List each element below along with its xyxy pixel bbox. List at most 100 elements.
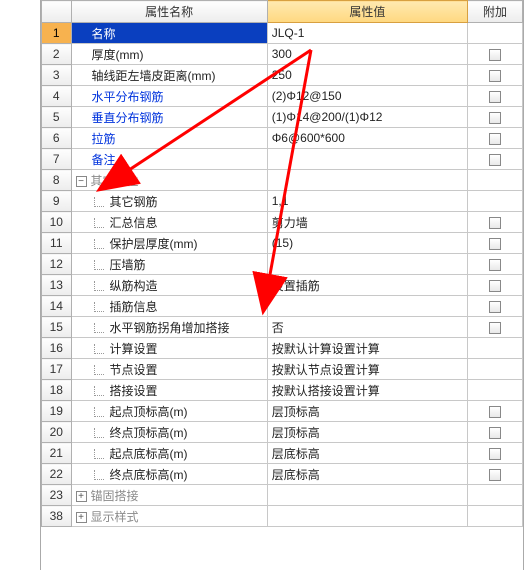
property-value-cell[interactable]: 剪力墙 bbox=[267, 212, 467, 233]
row-number[interactable]: 16 bbox=[42, 338, 72, 359]
property-name-cell[interactable]: 压墙筋 bbox=[71, 254, 267, 275]
row-number[interactable]: 6 bbox=[42, 128, 72, 149]
header-num[interactable] bbox=[42, 1, 72, 23]
property-name-cell[interactable]: 终点底标高(m) bbox=[71, 464, 267, 485]
table-row[interactable]: 16计算设置按默认计算设置计算 bbox=[42, 338, 523, 359]
table-row[interactable]: 9其它钢筋1,1 bbox=[42, 191, 523, 212]
property-value-cell[interactable]: 按默认计算设置计算 bbox=[267, 338, 467, 359]
property-name-cell[interactable]: 保护层厚度(mm) bbox=[71, 233, 267, 254]
row-number[interactable]: 15 bbox=[42, 317, 72, 338]
property-name-cell[interactable]: 拉筋 bbox=[71, 128, 267, 149]
property-value-cell[interactable]: (2)Φ12@150 bbox=[267, 86, 467, 107]
property-name-cell[interactable]: 厚度(mm) bbox=[71, 44, 267, 65]
table-row[interactable]: 14插筋信息 bbox=[42, 296, 523, 317]
property-value-cell[interactable]: 层底标高 bbox=[267, 464, 467, 485]
property-name-cell[interactable]: 节点设置 bbox=[71, 359, 267, 380]
row-number[interactable]: 23 bbox=[42, 485, 72, 506]
property-name-cell[interactable]: 水平分布钢筋 bbox=[71, 86, 267, 107]
row-number[interactable]: 2 bbox=[42, 44, 72, 65]
row-number[interactable]: 12 bbox=[42, 254, 72, 275]
table-row[interactable]: 6拉筋Φ6@600*600 bbox=[42, 128, 523, 149]
property-value-cell[interactable]: JLQ-1 bbox=[267, 23, 467, 44]
table-row[interactable]: 22终点底标高(m)层底标高 bbox=[42, 464, 523, 485]
property-value-cell[interactable]: 层顶标高 bbox=[267, 422, 467, 443]
checkbox[interactable] bbox=[489, 91, 501, 103]
property-value-cell[interactable] bbox=[267, 506, 467, 527]
property-name-cell[interactable]: +显示样式 bbox=[71, 506, 267, 527]
row-number[interactable]: 38 bbox=[42, 506, 72, 527]
expand-icon[interactable]: + bbox=[76, 491, 87, 502]
table-row[interactable]: 38+显示样式 bbox=[42, 506, 523, 527]
table-row[interactable]: 4水平分布钢筋(2)Φ12@150 bbox=[42, 86, 523, 107]
collapse-icon[interactable]: − bbox=[76, 176, 87, 187]
property-value-cell[interactable]: 按默认搭接设置计算 bbox=[267, 380, 467, 401]
table-row[interactable]: 20终点顶标高(m)层顶标高 bbox=[42, 422, 523, 443]
property-name-cell[interactable]: 插筋信息 bbox=[71, 296, 267, 317]
row-number[interactable]: 10 bbox=[42, 212, 72, 233]
table-row[interactable]: 11保护层厚度(mm)(15) bbox=[42, 233, 523, 254]
property-name-cell[interactable]: 起点底标高(m) bbox=[71, 443, 267, 464]
property-name-cell[interactable]: 汇总信息 bbox=[71, 212, 267, 233]
checkbox[interactable] bbox=[489, 406, 501, 418]
table-row[interactable]: 19起点顶标高(m)层顶标高 bbox=[42, 401, 523, 422]
property-name-cell[interactable]: 起点顶标高(m) bbox=[71, 401, 267, 422]
table-row[interactable]: 21起点底标高(m)层底标高 bbox=[42, 443, 523, 464]
row-number[interactable]: 19 bbox=[42, 401, 72, 422]
row-number[interactable]: 9 bbox=[42, 191, 72, 212]
property-value-cell[interactable]: 300 bbox=[267, 44, 467, 65]
property-name-cell[interactable]: 名称 bbox=[71, 23, 267, 44]
property-value-cell[interactable]: (15) bbox=[267, 233, 467, 254]
property-name-cell[interactable]: 其它钢筋 bbox=[71, 191, 267, 212]
table-row[interactable]: 13纵筋构造设置插筋 bbox=[42, 275, 523, 296]
property-value-cell[interactable]: 层底标高 bbox=[267, 443, 467, 464]
property-name-cell[interactable]: 终点顶标高(m) bbox=[71, 422, 267, 443]
table-row[interactable]: 12压墙筋 bbox=[42, 254, 523, 275]
property-name-cell[interactable]: 垂直分布钢筋 bbox=[71, 107, 267, 128]
property-name-cell[interactable]: −其它属性 bbox=[71, 170, 267, 191]
property-value-cell[interactable]: 设置插筋 bbox=[267, 275, 467, 296]
row-number[interactable]: 13 bbox=[42, 275, 72, 296]
row-number[interactable]: 7 bbox=[42, 149, 72, 170]
property-value-cell[interactable] bbox=[267, 296, 467, 317]
table-row[interactable]: 7备注 bbox=[42, 149, 523, 170]
checkbox[interactable] bbox=[489, 448, 501, 460]
property-value-cell[interactable] bbox=[267, 149, 467, 170]
property-name-cell[interactable]: 备注 bbox=[71, 149, 267, 170]
row-number[interactable]: 14 bbox=[42, 296, 72, 317]
table-row[interactable]: 3轴线距左墙皮距离(mm)250 bbox=[42, 65, 523, 86]
header-value[interactable]: 属性值 bbox=[267, 1, 467, 23]
table-row[interactable]: 8−其它属性 bbox=[42, 170, 523, 191]
checkbox[interactable] bbox=[489, 427, 501, 439]
property-value-cell[interactable] bbox=[267, 254, 467, 275]
property-value-cell[interactable]: (1)Φ14@200/(1)Φ12 bbox=[267, 107, 467, 128]
row-number[interactable]: 18 bbox=[42, 380, 72, 401]
table-row[interactable]: 23+锚固搭接 bbox=[42, 485, 523, 506]
row-number[interactable]: 4 bbox=[42, 86, 72, 107]
checkbox[interactable] bbox=[489, 280, 501, 292]
checkbox[interactable] bbox=[489, 154, 501, 166]
checkbox[interactable] bbox=[489, 259, 501, 271]
checkbox[interactable] bbox=[489, 217, 501, 229]
checkbox[interactable] bbox=[489, 322, 501, 334]
property-value-cell[interactable]: 1,1 bbox=[267, 191, 467, 212]
checkbox[interactable] bbox=[489, 469, 501, 481]
property-value-cell[interactable]: 250 bbox=[267, 65, 467, 86]
checkbox[interactable] bbox=[489, 238, 501, 250]
property-name-cell[interactable]: 纵筋构造 bbox=[71, 275, 267, 296]
row-number[interactable]: 20 bbox=[42, 422, 72, 443]
expand-icon[interactable]: + bbox=[76, 512, 87, 523]
row-number[interactable]: 5 bbox=[42, 107, 72, 128]
header-extra[interactable]: 附加 bbox=[468, 1, 523, 23]
property-value-cell[interactable]: Φ6@600*600 bbox=[267, 128, 467, 149]
property-value-cell[interactable] bbox=[267, 485, 467, 506]
table-row[interactable]: 18搭接设置按默认搭接设置计算 bbox=[42, 380, 523, 401]
property-value-cell[interactable]: 层顶标高 bbox=[267, 401, 467, 422]
table-row[interactable]: 1名称JLQ-1 bbox=[42, 23, 523, 44]
row-number[interactable]: 3 bbox=[42, 65, 72, 86]
checkbox[interactable] bbox=[489, 133, 501, 145]
row-number[interactable]: 21 bbox=[42, 443, 72, 464]
row-number[interactable]: 1 bbox=[42, 23, 72, 44]
table-row[interactable]: 17节点设置按默认节点设置计算 bbox=[42, 359, 523, 380]
table-row[interactable]: 5垂直分布钢筋(1)Φ14@200/(1)Φ12 bbox=[42, 107, 523, 128]
row-number[interactable]: 8 bbox=[42, 170, 72, 191]
